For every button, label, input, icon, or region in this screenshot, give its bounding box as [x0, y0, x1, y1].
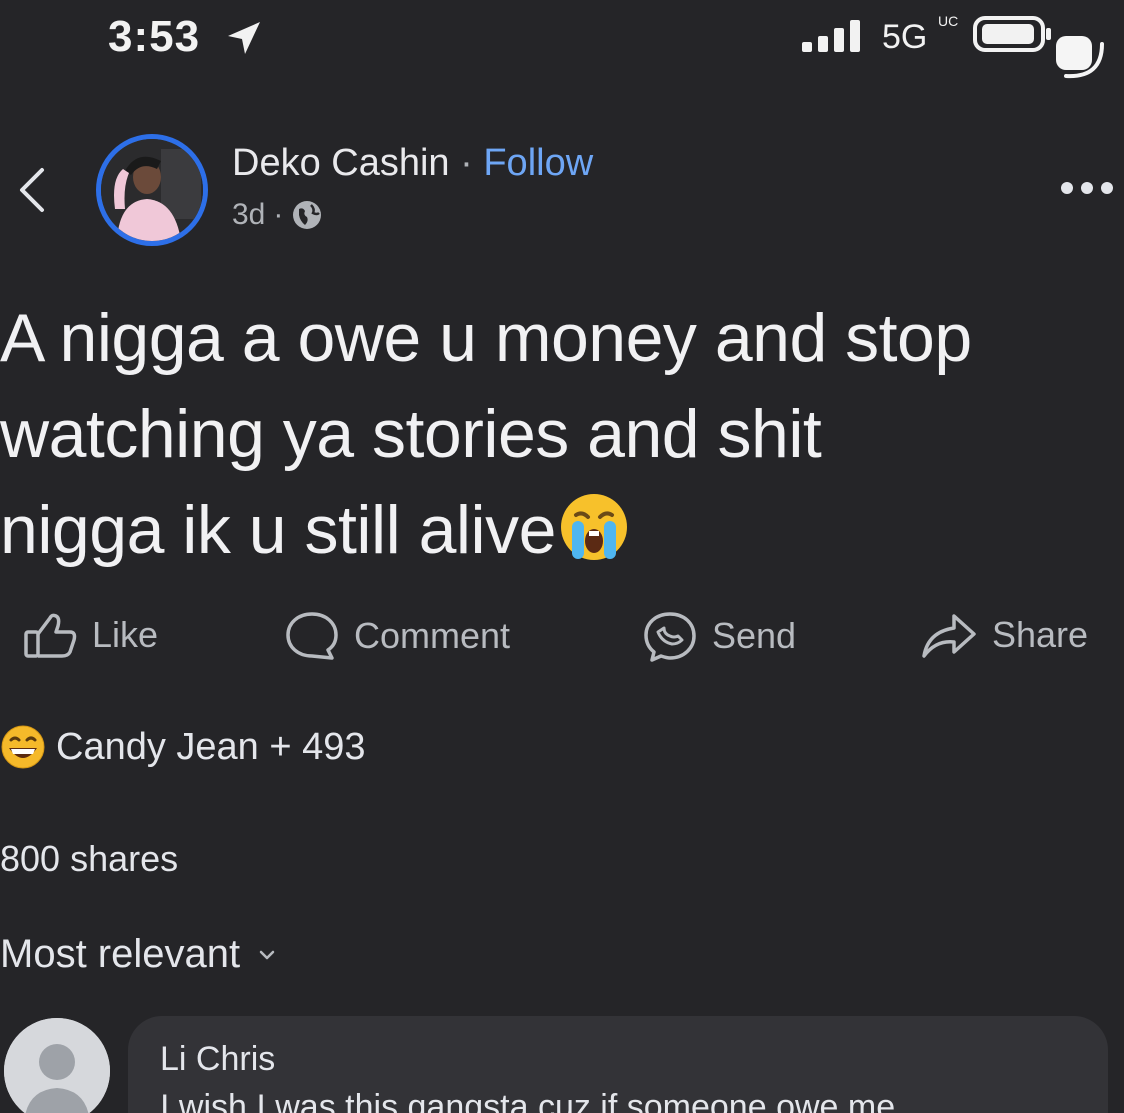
facebook-post-screen: 3:53 5G UC Deko Cashin · Follow 3d · A n…	[0, 0, 1124, 1113]
globe-icon	[293, 201, 322, 229]
post-text-line: watching ya stories and shit	[0, 396, 822, 472]
shares-count[interactable]: 800 shares	[0, 838, 178, 880]
signal-bars-icon	[802, 20, 860, 52]
post-text-line-last: nigga ik u still alive	[0, 482, 1124, 578]
comment-button[interactable]: Comment	[284, 610, 510, 662]
share-label: Share	[992, 614, 1089, 655]
network-type: 5G	[882, 18, 928, 56]
network-subtype: UC	[938, 13, 959, 29]
send-button[interactable]: Send	[642, 610, 796, 662]
messenger-icon	[644, 612, 696, 662]
comment-text: I wish I was this gangsta cuz if someone…	[160, 1088, 896, 1113]
grinning-sweat-emoji-icon	[1, 725, 45, 769]
follow-button[interactable]: Follow	[483, 142, 593, 184]
screenshot-overlay-icon	[1056, 36, 1104, 79]
post-text-line: nigga ik u still alive	[0, 492, 556, 568]
author-name[interactable]: Deko Cashin	[232, 142, 450, 184]
chevron-down-icon	[259, 950, 275, 959]
speech-bubble-icon	[286, 612, 338, 660]
battery-icon	[973, 16, 1051, 52]
meta-separator: ·	[273, 198, 284, 231]
back-button[interactable]	[10, 160, 50, 220]
post-age[interactable]: 3d	[232, 198, 265, 232]
share-button[interactable]: Share	[920, 610, 1088, 660]
share-arrow-icon	[922, 614, 976, 658]
thumbs-up-icon	[24, 613, 77, 658]
comment-author[interactable]: Li Chris	[160, 1040, 275, 1079]
author-photo	[101, 139, 203, 241]
more-options-button[interactable]	[1058, 170, 1116, 206]
author-row: Deko Cashin · Follow	[232, 142, 593, 185]
reactions-summary[interactable]: Candy Jean + 493	[0, 724, 366, 770]
default-user-icon	[4, 1018, 110, 1113]
location-arrow-icon	[228, 22, 260, 54]
post-text: A nigga a owe u money and stop watching …	[0, 290, 1124, 578]
comment-sort-dropdown[interactable]: Most relevant	[0, 932, 278, 977]
like-button[interactable]: Like	[22, 610, 158, 660]
author-avatar[interactable]	[96, 134, 208, 246]
comment-label: Comment	[354, 615, 511, 656]
status-time: 3:53	[108, 12, 201, 61]
status-bar: 3:53 5G UC	[0, 0, 1124, 80]
sort-label: Most relevant	[0, 932, 241, 976]
author-separator: ·	[460, 142, 473, 184]
loudly-crying-emoji-icon	[560, 494, 627, 560]
like-label: Like	[92, 614, 159, 655]
post-text-line: A nigga a owe u money and stop	[0, 300, 972, 376]
commenter-avatar[interactable]	[4, 1018, 110, 1113]
post-meta: 3d ·	[232, 198, 323, 232]
reactions-text: Candy Jean + 493	[56, 725, 366, 768]
send-label: Send	[712, 615, 797, 656]
